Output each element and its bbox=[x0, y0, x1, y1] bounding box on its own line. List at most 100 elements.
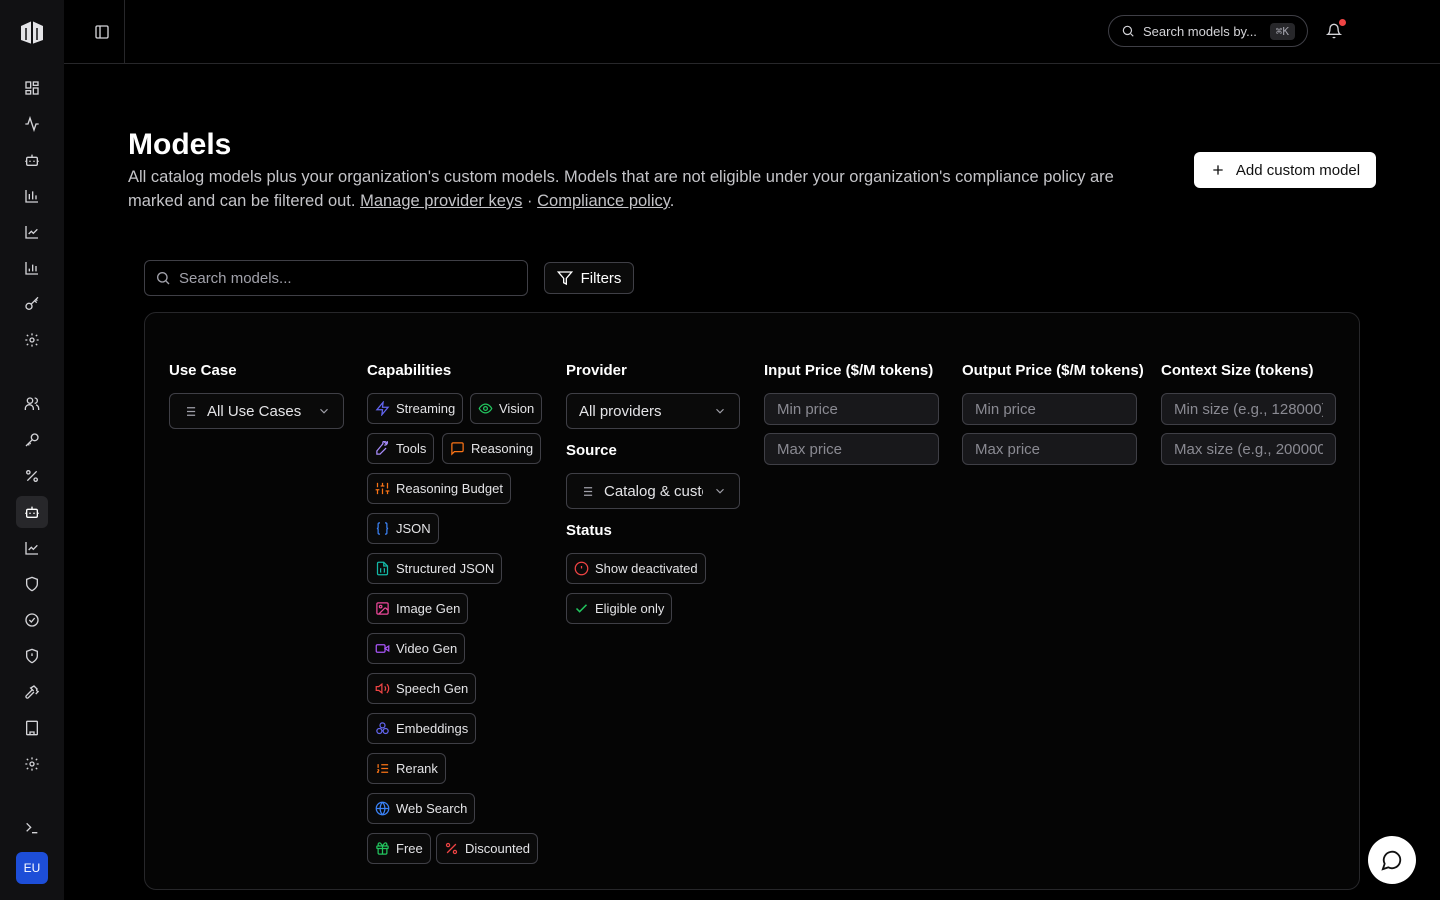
use-case-select[interactable]: All Use Cases bbox=[169, 393, 344, 429]
chip-rerank[interactable]: Rerank bbox=[367, 753, 446, 784]
add-custom-model-button[interactable]: Add custom model bbox=[1194, 152, 1376, 188]
cog-icon[interactable] bbox=[16, 748, 48, 780]
chip-label: Eligible only bbox=[595, 601, 665, 616]
chip-label: Discounted bbox=[465, 841, 531, 856]
network-icon bbox=[376, 722, 389, 735]
key-round-icon[interactable] bbox=[16, 424, 48, 456]
input-price-max-field[interactable] bbox=[764, 433, 939, 465]
filters-button[interactable]: Filters bbox=[544, 262, 634, 294]
message-square-icon bbox=[451, 442, 464, 456]
eye-icon bbox=[478, 403, 493, 414]
key-icon[interactable] bbox=[16, 288, 48, 320]
chip-streaming[interactable]: Streaming bbox=[367, 393, 464, 424]
chip-label: Structured JSON bbox=[396, 561, 495, 576]
building-icon[interactable] bbox=[16, 712, 48, 744]
volume-icon bbox=[375, 682, 390, 695]
page-description: All catalog models plus your organizatio… bbox=[128, 165, 1168, 213]
compliance-policy-link[interactable]: Compliance policy bbox=[537, 192, 670, 210]
description-end: . bbox=[669, 192, 675, 210]
chip-tools[interactable]: Tools bbox=[367, 433, 435, 464]
context-size-title: Context Size (tokens) bbox=[1161, 362, 1314, 379]
trend-chart-icon[interactable] bbox=[16, 532, 48, 564]
app-logo-icon[interactable] bbox=[18, 18, 46, 46]
use-case-title: Use Case bbox=[169, 362, 237, 379]
filter-icon bbox=[556, 271, 573, 286]
output-price-max-field[interactable] bbox=[962, 433, 1137, 465]
chip-label: Free bbox=[396, 841, 423, 856]
chip-eligible-only[interactable]: Eligible only bbox=[566, 593, 673, 624]
chip-label: Image Gen bbox=[396, 601, 461, 616]
percent-icon[interactable] bbox=[16, 460, 48, 492]
chip-embeddings[interactable]: Embeddings bbox=[367, 713, 477, 744]
chip-free[interactable]: Free bbox=[367, 833, 431, 864]
chip-video-gen[interactable]: Video Gen bbox=[367, 633, 466, 664]
message-circle-icon bbox=[1381, 850, 1402, 871]
chip-reasoning[interactable]: Reasoning bbox=[442, 433, 542, 464]
chip-show-deactivated[interactable]: Show deactivated bbox=[566, 553, 706, 584]
image-icon bbox=[376, 602, 389, 615]
zap-icon bbox=[375, 401, 390, 416]
badge-check-icon[interactable] bbox=[16, 604, 48, 636]
chip-vision[interactable]: Vision bbox=[470, 393, 543, 424]
chip-label: Reasoning Budget bbox=[396, 481, 503, 496]
sidebar: EU bbox=[0, 0, 64, 900]
provider-value: All providers bbox=[579, 402, 662, 420]
activity-icon[interactable] bbox=[16, 108, 48, 140]
chip-json[interactable]: JSON bbox=[367, 513, 439, 544]
terminal-icon[interactable] bbox=[16, 812, 48, 844]
line-chart-icon[interactable] bbox=[16, 216, 48, 248]
manage-provider-keys-link[interactable]: Manage provider keys bbox=[360, 192, 522, 210]
search-icon bbox=[1122, 25, 1134, 37]
chip-label: Reasoning bbox=[471, 441, 534, 456]
use-case-value: All Use Cases bbox=[207, 402, 302, 420]
chip-image-gen[interactable]: Image Gen bbox=[367, 593, 469, 624]
chip-structured-json[interactable]: Structured JSON bbox=[367, 553, 503, 584]
output-price-min-field[interactable] bbox=[962, 393, 1137, 425]
settings-icon[interactable] bbox=[16, 324, 48, 356]
chip-label: Rerank bbox=[396, 761, 438, 776]
users-icon[interactable] bbox=[16, 388, 48, 420]
source-select[interactable]: Catalog & custom bbox=[566, 473, 740, 509]
shield-alert-icon[interactable] bbox=[16, 640, 48, 672]
models-search-placeholder: Search models... bbox=[179, 269, 292, 287]
chevron-down-icon bbox=[320, 408, 328, 414]
context-size-min-field[interactable] bbox=[1161, 393, 1336, 425]
source-title: Source bbox=[566, 442, 617, 459]
chip-reasoning-budget[interactable]: Reasoning Budget bbox=[367, 473, 511, 504]
filters-label: Filters bbox=[580, 269, 622, 287]
global-search[interactable]: Search models by... ⌘K bbox=[1108, 15, 1308, 47]
chip-label: Embeddings bbox=[396, 721, 469, 736]
shield-icon[interactable] bbox=[16, 568, 48, 600]
bot-models-icon[interactable] bbox=[16, 496, 48, 528]
bar-chart-alt-icon[interactable] bbox=[16, 252, 48, 284]
layout-dashboard-icon[interactable] bbox=[16, 72, 48, 104]
list-icon bbox=[580, 486, 593, 496]
file-json-icon bbox=[376, 561, 389, 576]
output-price-title: Output Price ($/M tokens) bbox=[962, 362, 1144, 379]
chat-support-button[interactable] bbox=[1368, 836, 1416, 884]
plus-icon bbox=[1213, 165, 1223, 175]
bar-chart-icon[interactable] bbox=[16, 180, 48, 212]
provider-title: Provider bbox=[566, 362, 627, 379]
chip-speech-gen[interactable]: Speech Gen bbox=[367, 673, 477, 704]
input-price-min-field[interactable] bbox=[764, 393, 939, 425]
chip-web-search[interactable]: Web Search bbox=[367, 793, 476, 824]
provider-select[interactable]: All providers bbox=[566, 393, 740, 429]
gift-icon bbox=[376, 842, 389, 855]
avatar[interactable]: EU bbox=[16, 852, 48, 884]
check-icon bbox=[575, 604, 588, 613]
chevron-down-icon bbox=[716, 488, 724, 494]
hammer-icon[interactable] bbox=[16, 676, 48, 708]
chip-label: Streaming bbox=[396, 401, 456, 416]
sidebar-toggle-icon[interactable] bbox=[86, 16, 118, 48]
topbar-divider bbox=[124, 0, 125, 64]
bot-icon[interactable] bbox=[16, 144, 48, 176]
percent-icon bbox=[445, 842, 458, 855]
chip-discounted[interactable]: Discounted bbox=[436, 833, 539, 864]
chip-label: Speech Gen bbox=[396, 681, 469, 696]
context-size-max-field[interactable] bbox=[1161, 433, 1336, 465]
page-title: Models bbox=[128, 128, 232, 161]
chip-label: Vision bbox=[499, 401, 535, 416]
source-value: Catalog & custom bbox=[604, 482, 703, 500]
models-search-input[interactable]: Search models... bbox=[144, 260, 528, 296]
